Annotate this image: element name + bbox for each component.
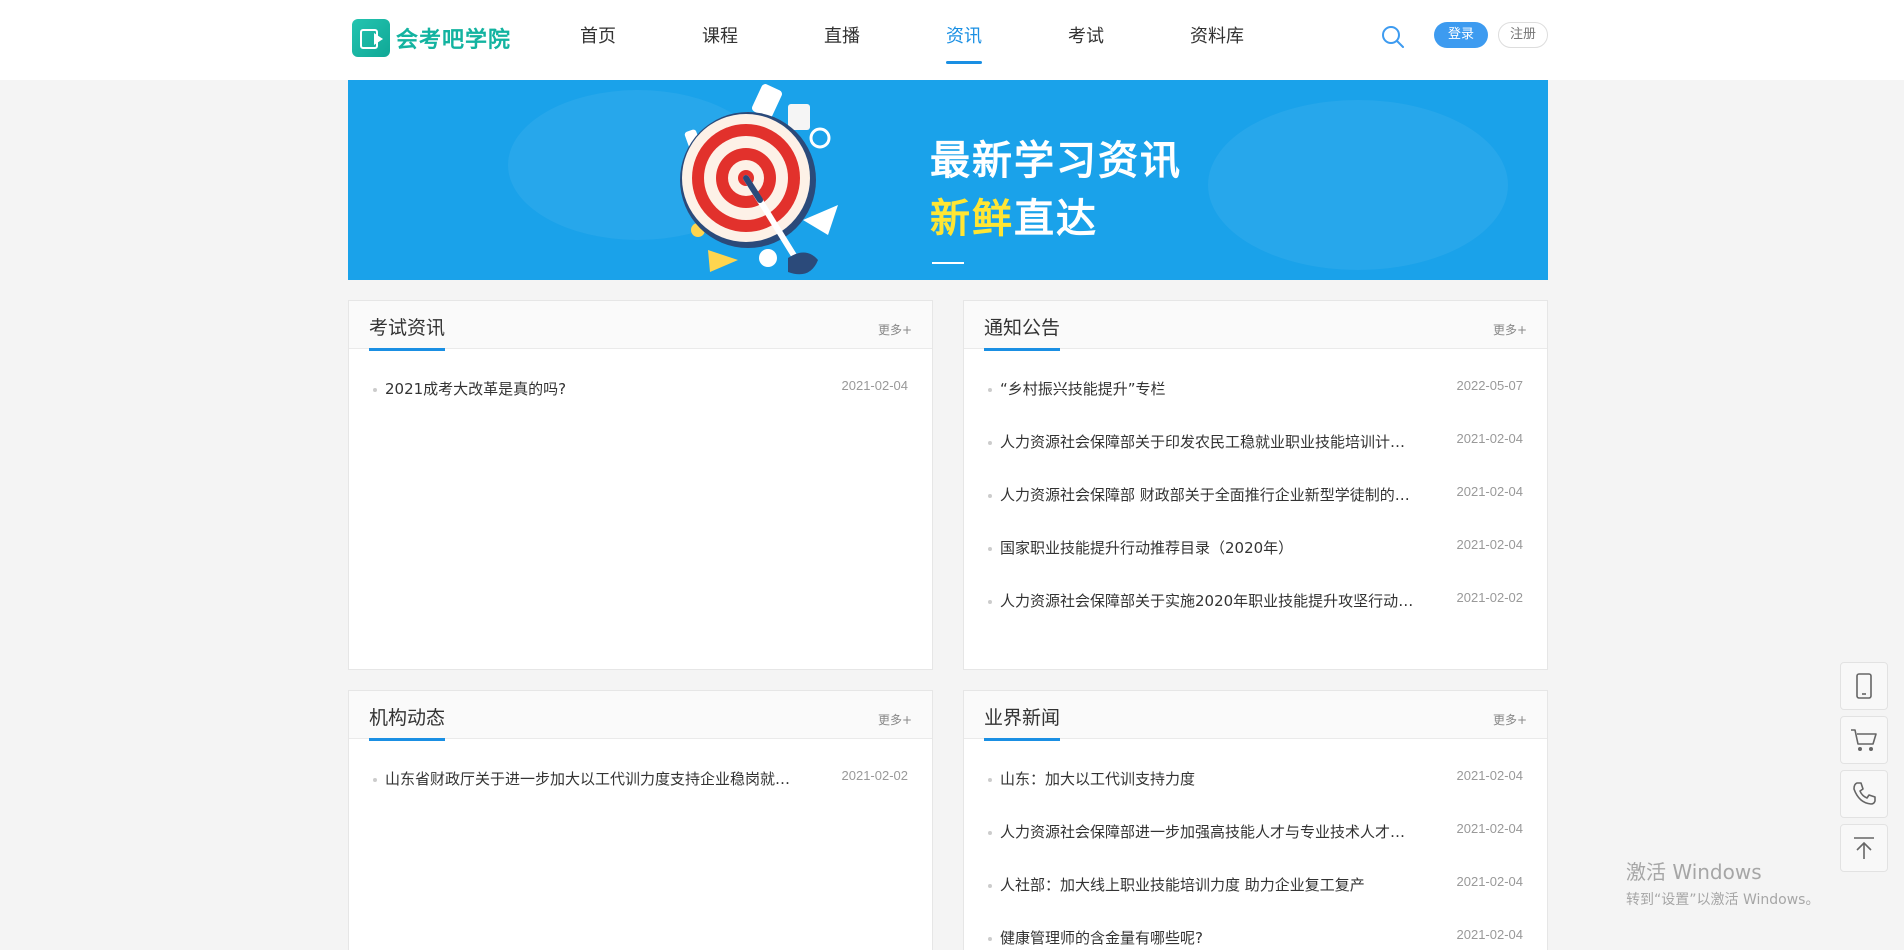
banner-title-rest: 直达 — [1014, 196, 1098, 242]
list-item[interactable]: 人力资源社会保障部 财政部关于全面推行企业新型学徒制的意见 2021-02-04 — [984, 469, 1527, 522]
bullet-dot — [988, 778, 992, 782]
list-item[interactable]: “乡村振兴技能提升”专栏 2022-05-07 — [984, 363, 1527, 416]
news-title[interactable]: 国家职业技能提升行动推荐目录（2020年） — [1000, 522, 1420, 575]
news-date: 2022-05-07 — [1456, 378, 1524, 393]
news-date: 2021-02-04 — [1456, 821, 1524, 836]
bullet-dot — [988, 547, 992, 551]
list-item[interactable]: 健康管理师的含金量有哪些呢? 2021-02-04 — [984, 912, 1527, 950]
phone-icon[interactable] — [1840, 770, 1888, 818]
news-date: 2021-02-04 — [1456, 874, 1524, 889]
main-nav: 首页 课程 直播 资讯 考试 资料库 — [552, 0, 1244, 80]
banner-title-highlight: 新鲜 — [930, 196, 1014, 242]
bullet-dot — [988, 388, 992, 392]
panel-exam-news: 考试资讯 更多+ 2021成考大改革是真的吗? 2021-02-04 — [348, 300, 933, 670]
bullet-dot — [988, 831, 992, 835]
bullet-dot — [373, 778, 377, 782]
nav-item-live[interactable]: 直播 — [824, 0, 860, 80]
logo-icon — [352, 19, 390, 57]
list-item[interactable]: 国家职业技能提升行动推荐目录（2020年） 2021-02-04 — [984, 522, 1527, 575]
bullet-dot — [988, 441, 992, 445]
news-date: 2021-02-04 — [1456, 537, 1524, 552]
bullet-dot — [988, 494, 992, 498]
news-title[interactable]: 人力资源社会保障部 财政部关于全面推行企业新型学徒制的意见 — [1000, 469, 1420, 522]
news-title[interactable]: 人力资源社会保障部进一步加强高技能人才与专业技术人才职业发展贯通 — [1000, 806, 1420, 859]
panel-org-news: 机构动态 更多+ 山东省财政厅关于进一步加大以工代训力度支持企业稳岗就业的通知 … — [348, 690, 933, 950]
side-toolbar — [1840, 662, 1888, 878]
search-icon[interactable] — [1380, 24, 1406, 50]
panel-industry-news: 业界新闻 更多+ 山东：加大以工代训支持力度 2021-02-04 人力资源社会… — [963, 690, 1548, 950]
news-list: 2021成考大改革是真的吗? 2021-02-04 — [349, 349, 932, 416]
banner-divider — [932, 262, 964, 264]
list-item[interactable]: 人力资源社会保障部关于印发农民工稳就业职业技能培训计划的通知 2021-02-0… — [984, 416, 1527, 469]
more-link[interactable]: 更多+ — [1493, 711, 1527, 728]
news-title[interactable]: 山东：加大以工代训支持力度 — [1000, 753, 1420, 806]
panel-header: 机构动态 更多+ — [349, 691, 932, 741]
news-list: “乡村振兴技能提升”专栏 2022-05-07 人力资源社会保障部关于印发农民工… — [964, 349, 1547, 628]
news-date: 2021-02-04 — [1456, 768, 1524, 783]
target-illustration-icon — [680, 84, 838, 275]
nav-item-exam[interactable]: 考试 — [1068, 0, 1104, 80]
banner-title-line1: 最新学习资讯 — [930, 138, 1182, 184]
mobile-icon[interactable] — [1840, 662, 1888, 710]
banner-title-line2: 新鲜直达 — [930, 186, 1098, 244]
panel-header: 业界新闻 更多+ — [964, 691, 1547, 741]
news-date: 2021-02-04 — [841, 378, 909, 393]
news-title[interactable]: 人力资源社会保障部关于印发农民工稳就业职业技能培训计划的通知 — [1000, 416, 1420, 469]
bullet-dot — [988, 600, 992, 604]
nav-item-news[interactable]: 资讯 — [946, 0, 982, 80]
list-item[interactable]: 2021成考大改革是真的吗? 2021-02-04 — [369, 363, 912, 416]
windows-activation-watermark: 激活 Windows 转到“设置”以激活 Windows。 — [1626, 856, 1819, 909]
more-link[interactable]: 更多+ — [878, 321, 912, 338]
news-date: 2021-02-02 — [1456, 590, 1524, 605]
news-title[interactable]: 山东省财政厅关于进一步加大以工代训力度支持企业稳岗就业的通知 — [385, 753, 805, 806]
list-item[interactable]: 人力资源社会保障部关于实施2020年职业技能提升攻坚行动的通知 2021-02-… — [984, 575, 1527, 628]
panel-title: 机构动态 — [369, 703, 446, 741]
news-title[interactable]: “乡村振兴技能提升”专栏 — [1000, 363, 1420, 416]
news-list: 山东：加大以工代训支持力度 2021-02-04 人力资源社会保障部进一步加强高… — [964, 739, 1547, 950]
panel-title: 通知公告 — [984, 313, 1061, 351]
bullet-dot — [988, 884, 992, 888]
login-button[interactable]: 登录 — [1434, 22, 1488, 48]
news-date: 2021-02-04 — [1456, 927, 1524, 942]
cart-icon[interactable] — [1840, 716, 1888, 764]
brand-name: 会考吧学院 — [396, 28, 512, 53]
site-logo[interactable]: 会考吧学院 — [352, 18, 511, 58]
news-title[interactable]: 健康管理师的含金量有哪些呢? — [1000, 912, 1420, 950]
list-item[interactable]: 人力资源社会保障部进一步加强高技能人才与专业技术人才职业发展贯通 2021-02… — [984, 806, 1527, 859]
news-title[interactable]: 人社部：加大线上职业技能培训力度 助力企业复工复产 — [1000, 859, 1420, 912]
back-to-top-icon[interactable] — [1840, 824, 1888, 872]
nav-item-home[interactable]: 首页 — [580, 0, 616, 80]
panel-notices: 通知公告 更多+ “乡村振兴技能提升”专栏 2022-05-07 人力资源社会保… — [963, 300, 1548, 670]
news-banner: 最新学习资讯 新鲜直达 — [348, 80, 1548, 280]
banner-map-shape — [1208, 100, 1508, 270]
panel-title: 考试资讯 — [369, 313, 446, 351]
bullet-dot — [988, 937, 992, 941]
bullet-dot — [373, 388, 377, 392]
panel-title: 业界新闻 — [984, 703, 1061, 741]
site-header: 会考吧学院 首页 课程 直播 资讯 考试 资料库 登录 注册 — [0, 0, 1904, 80]
nav-item-library[interactable]: 资料库 — [1190, 0, 1244, 80]
more-link[interactable]: 更多+ — [878, 711, 912, 728]
more-link[interactable]: 更多+ — [1493, 321, 1527, 338]
news-date: 2021-02-04 — [1456, 431, 1524, 446]
panel-header: 考试资讯 更多+ — [349, 301, 932, 351]
list-item[interactable]: 山东省财政厅关于进一步加大以工代训力度支持企业稳岗就业的通知 2021-02-0… — [369, 753, 912, 806]
news-title[interactable]: 人力资源社会保障部关于实施2020年职业技能提升攻坚行动的通知 — [1000, 575, 1420, 628]
list-item[interactable]: 人社部：加大线上职业技能培训力度 助力企业复工复产 2021-02-04 — [984, 859, 1527, 912]
news-date: 2021-02-04 — [1456, 484, 1524, 499]
watermark-line2: 转到“设置”以激活 Windows。 — [1626, 892, 1820, 908]
nav-item-courses[interactable]: 课程 — [702, 0, 738, 80]
watermark-line1: 激活 Windows — [1626, 860, 1762, 884]
news-date: 2021-02-02 — [841, 768, 909, 783]
news-list: 山东省财政厅关于进一步加大以工代训力度支持企业稳岗就业的通知 2021-02-0… — [349, 739, 932, 806]
news-title[interactable]: 2021成考大改革是真的吗? — [385, 363, 805, 416]
panel-header: 通知公告 更多+ — [964, 301, 1547, 351]
register-button[interactable]: 注册 — [1498, 22, 1548, 48]
list-item[interactable]: 山东：加大以工代训支持力度 2021-02-04 — [984, 753, 1527, 806]
